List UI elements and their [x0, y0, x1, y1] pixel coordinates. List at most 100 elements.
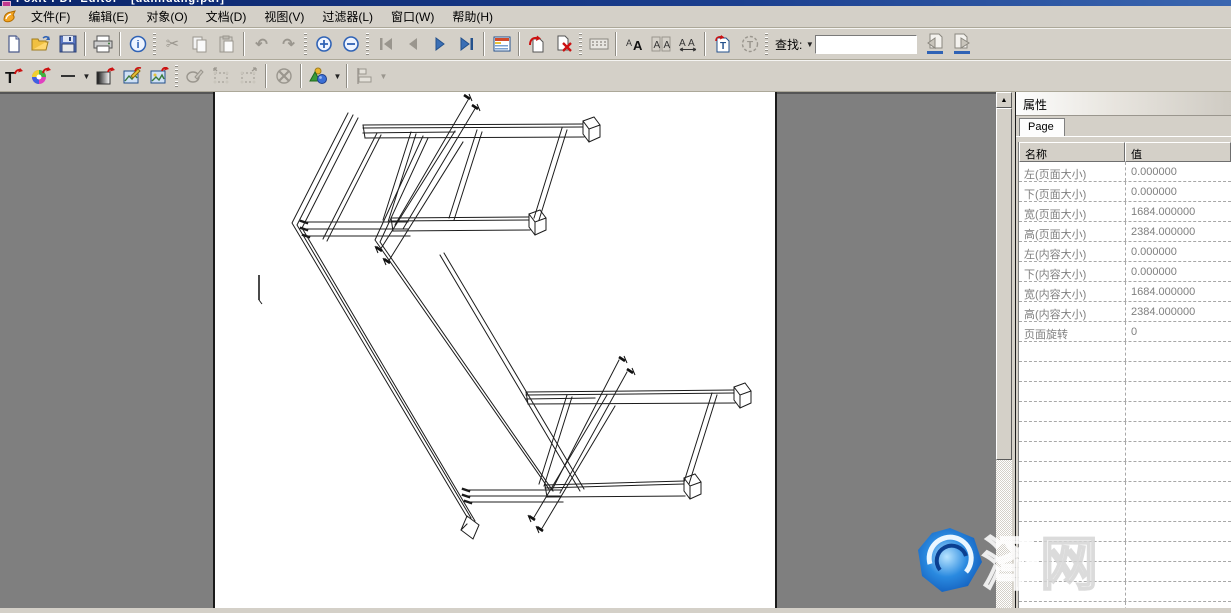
property-value[interactable]: [1125, 542, 1231, 561]
property-value[interactable]: 0.000000: [1125, 162, 1231, 181]
empty-row: [1019, 402, 1231, 422]
svg-text:i: i: [136, 39, 139, 51]
insert-shape-dropdown[interactable]: ▼: [332, 63, 343, 89]
line-style-dropdown[interactable]: ▼: [81, 63, 92, 89]
find-prev-button[interactable]: [921, 31, 948, 57]
menu-item-1[interactable]: 编辑(E): [79, 6, 137, 27]
zoom-out-button[interactable]: [337, 31, 364, 57]
char-width-button[interactable]: AA: [674, 31, 701, 57]
property-value[interactable]: 0.000000: [1125, 242, 1231, 261]
empty-row: [1019, 542, 1231, 562]
property-value[interactable]: [1125, 502, 1231, 521]
property-value[interactable]: 2384.000000: [1125, 222, 1231, 241]
property-value[interactable]: [1125, 602, 1231, 608]
add-color-button[interactable]: [27, 63, 54, 89]
property-name: [1019, 382, 1125, 401]
keyboard-button[interactable]: [585, 31, 612, 57]
save-button[interactable]: [54, 31, 81, 57]
empty-row: [1019, 482, 1231, 502]
property-value[interactable]: [1125, 402, 1231, 421]
edit-image-button[interactable]: [119, 63, 146, 89]
delete-object-button[interactable]: [270, 63, 297, 89]
scroll-up-button[interactable]: ▲: [996, 92, 1012, 108]
find-prev-icon: [925, 33, 945, 55]
menu-item-5[interactable]: 过滤器(L): [313, 6, 382, 27]
property-value[interactable]: 0.000000: [1125, 182, 1231, 201]
insert-shape-button[interactable]: [305, 63, 332, 89]
property-value[interactable]: 0.000000: [1125, 262, 1231, 281]
property-value[interactable]: [1125, 482, 1231, 501]
document-info-button[interactable]: i: [124, 31, 151, 57]
align-objects-dropdown[interactable]: ▼: [378, 63, 389, 89]
transform-right-button[interactable]: [235, 63, 262, 89]
add-shading-button[interactable]: [92, 63, 119, 89]
new-document-button[interactable]: [0, 31, 27, 57]
tab-page[interactable]: Page: [1019, 118, 1065, 136]
last-page-button[interactable]: [453, 31, 480, 57]
find-dropdown[interactable]: ▼: [804, 31, 815, 57]
menu-item-3[interactable]: 文档(D): [197, 6, 256, 27]
menu-item-6[interactable]: 窗口(W): [382, 6, 443, 27]
print-button[interactable]: [89, 31, 116, 57]
find-input[interactable]: [815, 35, 917, 54]
text-state-button[interactable]: T: [736, 31, 763, 57]
property-value[interactable]: [1125, 562, 1231, 581]
align-objects-button[interactable]: [351, 63, 378, 89]
property-value[interactable]: 1684.000000: [1125, 282, 1231, 301]
pdf-page[interactable]: [213, 92, 777, 608]
find-label: 查找:: [775, 36, 802, 53]
edit-path-button[interactable]: [181, 63, 208, 89]
add-text-object-button[interactable]: T: [709, 31, 736, 57]
undo-button[interactable]: ↶: [248, 31, 275, 57]
printer-icon: [93, 35, 113, 53]
transform-right-icon: [239, 67, 259, 85]
property-value[interactable]: 0: [1125, 322, 1231, 341]
font-button[interactable]: A A: [620, 31, 647, 57]
menu-item-4[interactable]: 视图(V): [255, 6, 313, 27]
add-text-button[interactable]: T: [0, 63, 27, 89]
vertical-scrollbar[interactable]: ▲: [996, 92, 1012, 608]
next-page-icon: [433, 37, 447, 51]
add-image-button[interactable]: [146, 63, 173, 89]
property-name: [1019, 342, 1125, 361]
copy-button[interactable]: [186, 31, 213, 57]
empty-row: [1019, 442, 1231, 462]
first-page-button[interactable]: [372, 31, 399, 57]
font-icon: A A: [624, 36, 644, 52]
import-page-button[interactable]: [523, 31, 550, 57]
open-button[interactable]: [27, 31, 54, 57]
prev-page-button[interactable]: [399, 31, 426, 57]
property-value[interactable]: 1684.000000: [1125, 202, 1231, 221]
paste-button[interactable]: [213, 31, 240, 57]
menubar: 文件(F)编辑(E)对象(O)文档(D)视图(V)过滤器(L)窗口(W)帮助(H…: [0, 6, 1231, 28]
property-value[interactable]: [1125, 582, 1231, 601]
redo-icon: ↷: [282, 35, 295, 53]
redo-button[interactable]: ↷: [275, 31, 302, 57]
property-value[interactable]: [1125, 362, 1231, 381]
property-value[interactable]: [1125, 342, 1231, 361]
scrollbar-thumb[interactable]: [996, 108, 1012, 460]
delete-page-button[interactable]: [550, 31, 577, 57]
cut-button[interactable]: ✂: [159, 31, 186, 57]
property-value[interactable]: 2384.000000: [1125, 302, 1231, 321]
property-value[interactable]: [1125, 382, 1231, 401]
new-document-icon: [5, 35, 23, 53]
property-value[interactable]: [1125, 522, 1231, 541]
svg-text:A: A: [653, 40, 660, 51]
find-next-button[interactable]: [948, 31, 975, 57]
page-layout-button[interactable]: [488, 31, 515, 57]
property-value[interactable]: [1125, 422, 1231, 441]
char-spacing-button[interactable]: AA: [647, 31, 674, 57]
zoom-in-button[interactable]: [310, 31, 337, 57]
property-value[interactable]: [1125, 462, 1231, 481]
empty-row: [1019, 522, 1231, 542]
properties-panel: 属性 Page 名称 值 左(页面大小)0.000000下(页面大小)0.000…: [1015, 92, 1231, 608]
properties-table: 名称 值 左(页面大小)0.000000下(页面大小)0.000000宽(页面大…: [1018, 142, 1231, 608]
menu-item-0[interactable]: 文件(F): [22, 6, 79, 27]
property-value[interactable]: [1125, 442, 1231, 461]
transform-left-button[interactable]: [208, 63, 235, 89]
line-style-button[interactable]: [54, 63, 81, 89]
menu-item-2[interactable]: 对象(O): [137, 6, 196, 27]
menu-item-7[interactable]: 帮助(H): [443, 6, 502, 27]
next-page-button[interactable]: [426, 31, 453, 57]
